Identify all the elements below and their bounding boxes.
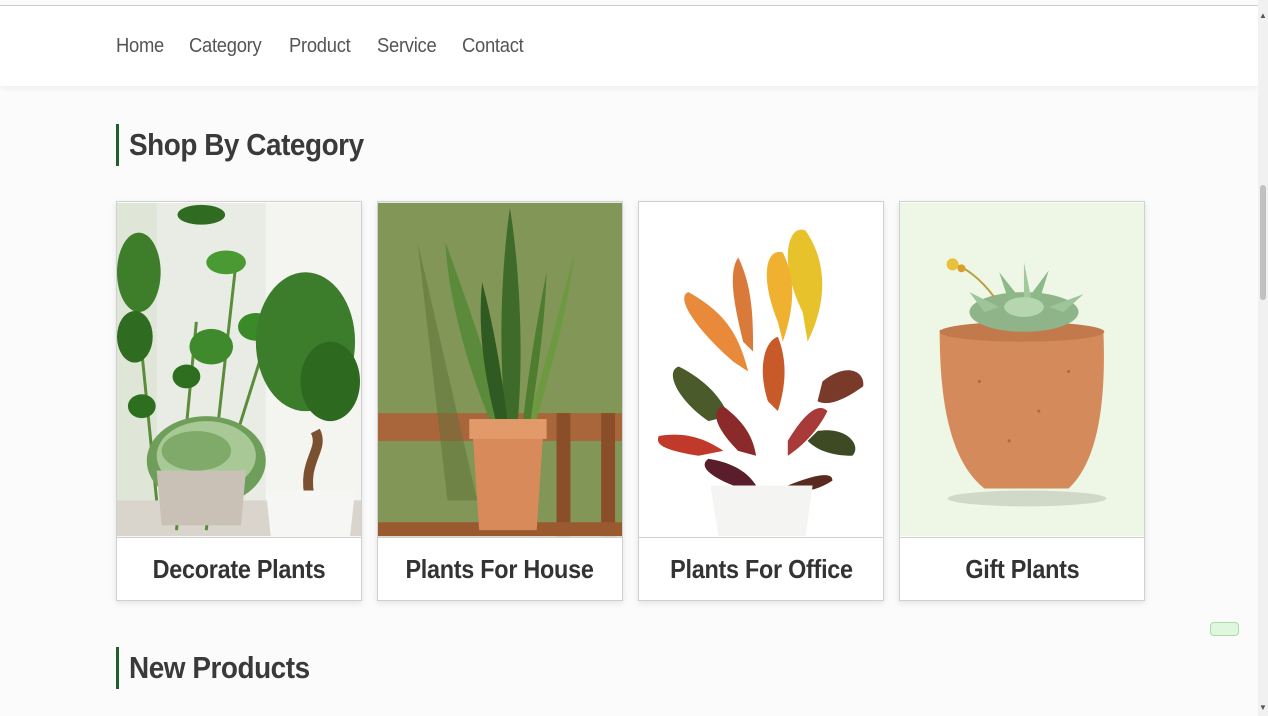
category-card-label: Plants For House	[378, 538, 622, 600]
decorate-plants-image	[117, 202, 361, 538]
gift-plants-label: Gift Plants	[964, 553, 1080, 584]
new-products-section-heading: New Products	[116, 647, 330, 689]
category-card-plants-for-office[interactable]: Plants For Office	[638, 201, 884, 601]
scroll-down-icon[interactable]: ▼	[1259, 704, 1267, 712]
nav-link-contact[interactable]: Contact	[462, 35, 524, 58]
vertical-scrollbar[interactable]: ▲ ▼	[1258, 0, 1268, 716]
nav-link-service[interactable]: Service	[377, 35, 437, 58]
nav-link-category[interactable]: Category	[189, 35, 262, 58]
nav-link-home[interactable]: Home	[116, 35, 164, 58]
category-cards: Decorate Plants Plants For House Plants …	[116, 201, 1145, 601]
navbar: Home Category Product Service Contact	[0, 6, 1258, 86]
category-card-gift-plants[interactable]: Gift Plants	[899, 201, 1145, 601]
nav-link-product[interactable]: Product	[289, 35, 351, 58]
scroll-up-icon[interactable]: ▲	[1259, 12, 1267, 20]
gift-plants-image	[900, 202, 1144, 538]
category-card-label: Decorate Plants	[117, 538, 361, 600]
category-section-title: Shop By Category	[129, 127, 364, 162]
plants-for-house-label: Plants For House	[405, 553, 595, 584]
category-card-plants-for-house[interactable]: Plants For House	[377, 201, 623, 601]
category-card-decorate-plants[interactable]: Decorate Plants	[116, 201, 362, 601]
floating-action-chip[interactable]	[1210, 622, 1239, 636]
nav-menu: Home Category Product Service Contact	[116, 6, 550, 86]
decorate-plants-label: Decorate Plants	[152, 553, 326, 584]
plants-for-office-image	[639, 202, 883, 538]
category-card-label: Gift Plants	[900, 538, 1144, 600]
plants-for-house-image	[378, 202, 622, 538]
plants-for-office-label: Plants For Office	[669, 553, 853, 584]
scrollbar-thumb[interactable]	[1260, 185, 1266, 300]
new-products-section-title: New Products	[129, 650, 310, 685]
category-section-heading: Shop By Category	[116, 124, 390, 166]
category-card-label: Plants For Office	[639, 538, 883, 600]
